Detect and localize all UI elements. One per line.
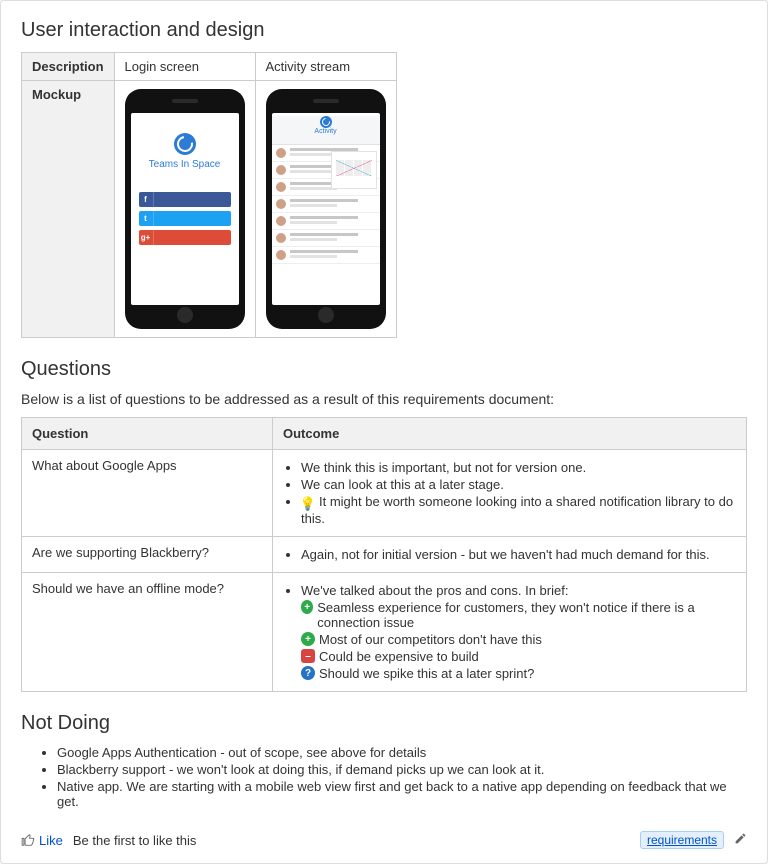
google-plus-icon: g+ xyxy=(139,230,154,245)
phone-mockup-login: Teams In Space f t g+ xyxy=(125,89,245,329)
question-row: What about Google Apps We think this is … xyxy=(22,450,747,537)
question-text: Are we supporting Blackberry? xyxy=(22,537,273,573)
outcome-lead: We've talked about the pros and cons. In… xyxy=(301,583,736,681)
mockup-login-cell: Teams In Space f t g+ xyxy=(114,81,255,338)
label-tag[interactable]: requirements xyxy=(640,831,724,849)
facebook-icon: f xyxy=(139,192,154,207)
design-header-description: Description xyxy=(22,53,115,81)
activity-header: Activity xyxy=(272,116,380,145)
questions-table: Question Outcome What about Google Apps … xyxy=(21,417,747,692)
not-doing-list: Google Apps Authentication - out of scop… xyxy=(21,745,747,809)
question-row: Should we have an offline mode? We've ta… xyxy=(22,573,747,692)
brand-logo-icon xyxy=(320,116,332,128)
design-table: Description Login screen Activity stream… xyxy=(21,52,397,338)
phone-speaker xyxy=(172,99,198,103)
document-page: User interaction and design Description … xyxy=(0,0,768,864)
heading-questions: Questions xyxy=(21,358,747,381)
phone-speaker xyxy=(313,99,339,103)
phone-home-button xyxy=(177,307,193,323)
mockup-activity-cell: Activity xyxy=(255,81,396,338)
twitter-icon: t xyxy=(139,211,154,226)
question-row: Are we supporting Blackberry? Again, not… xyxy=(22,537,747,573)
like-hint: Be the first to like this xyxy=(73,833,197,848)
pencil-icon xyxy=(734,832,747,845)
outcome-item: Again, not for initial version - but we … xyxy=(301,547,736,562)
avatar-icon xyxy=(276,199,286,209)
outcome-cell: We've talked about the pros and cons. In… xyxy=(273,573,747,692)
outcome-item: +Seamless experience for customers, they… xyxy=(301,600,736,630)
outcome-item: –Could be expensive to build xyxy=(301,649,736,664)
activity-title: Activity xyxy=(272,128,380,135)
design-col-activity-label: Activity stream xyxy=(255,53,396,81)
questions-intro: Below is a list of questions to be addre… xyxy=(21,391,747,407)
outcome-item: We think this is important, but not for … xyxy=(301,460,736,475)
avatar-icon xyxy=(276,148,286,158)
plus-icon: + xyxy=(301,632,315,646)
design-header-mockup: Mockup xyxy=(22,81,115,338)
outcome-item: 💡It might be worth someone looking into … xyxy=(301,494,736,526)
login-twitter-button: t xyxy=(139,211,231,226)
thumbs-up-icon xyxy=(21,833,35,847)
phone-home-button xyxy=(318,307,334,323)
avatar-icon xyxy=(276,233,286,243)
heading-ui-design: User interaction and design xyxy=(21,19,747,42)
outcome-cell: Again, not for initial version - but we … xyxy=(273,537,747,573)
activity-row xyxy=(272,230,380,247)
questions-head-question: Question xyxy=(22,418,273,450)
page-footer: Like Be the first to like this requireme… xyxy=(21,831,747,849)
like-button[interactable]: Like xyxy=(21,833,63,848)
like-label: Like xyxy=(39,833,63,848)
question-text: Should we have an offline mode? xyxy=(22,573,273,692)
avatar-icon xyxy=(276,250,286,260)
outcome-item: We can look at this at a later stage. xyxy=(301,477,736,492)
activity-row xyxy=(272,213,380,230)
outcome-cell: We think this is important, but not for … xyxy=(273,450,747,537)
question-icon: ? xyxy=(301,666,315,680)
phone-mockup-activity: Activity xyxy=(266,89,386,329)
brand-title: Teams In Space xyxy=(131,159,239,170)
not-doing-item: Blackberry support - we won't look at do… xyxy=(57,762,747,777)
question-text: What about Google Apps xyxy=(22,450,273,537)
mini-chart-icon xyxy=(331,151,377,189)
phone-screen-login: Teams In Space f t g+ xyxy=(131,113,239,305)
brand-logo-icon xyxy=(174,133,196,155)
phone-screen-activity: Activity xyxy=(272,113,380,305)
design-col-login-label: Login screen xyxy=(114,53,255,81)
heading-not-doing: Not Doing xyxy=(21,712,747,735)
minus-icon: – xyxy=(301,649,315,663)
lightbulb-icon: 💡 xyxy=(301,497,315,511)
activity-row xyxy=(272,247,380,264)
avatar-icon xyxy=(276,216,286,226)
outcome-item: +Most of our competitors don't have this xyxy=(301,632,736,647)
activity-row xyxy=(272,196,380,213)
login-facebook-button: f xyxy=(139,192,231,207)
login-google-button: g+ xyxy=(139,230,231,245)
outcome-item: ?Should we spike this at a later sprint? xyxy=(301,666,736,681)
edit-labels-button[interactable] xyxy=(734,832,747,848)
plus-icon: + xyxy=(301,600,313,614)
questions-head-outcome: Outcome xyxy=(273,418,747,450)
avatar-icon xyxy=(276,182,286,192)
avatar-icon xyxy=(276,165,286,175)
not-doing-item: Google Apps Authentication - out of scop… xyxy=(57,745,747,760)
not-doing-item: Native app. We are starting with a mobil… xyxy=(57,779,747,809)
